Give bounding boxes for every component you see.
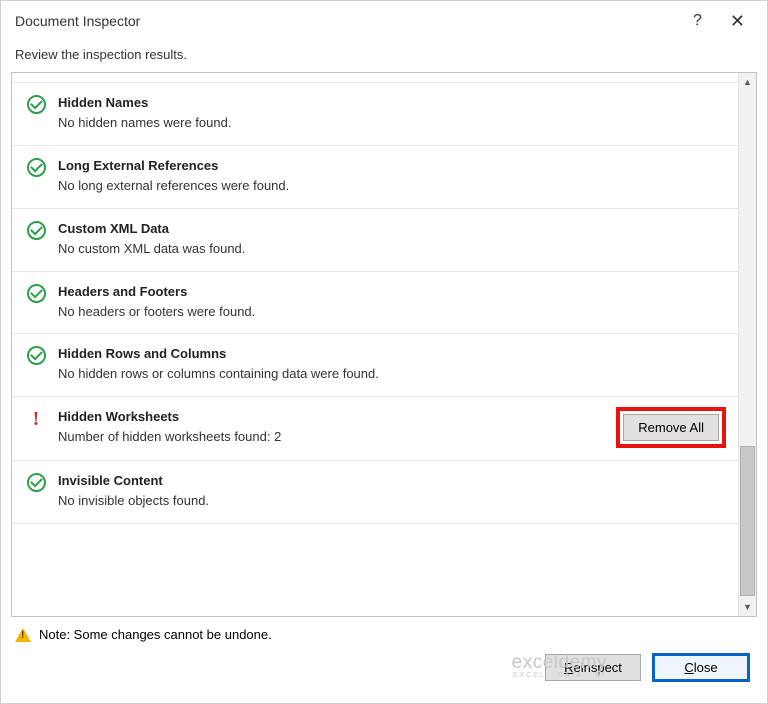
- close-icon[interactable]: ✕: [730, 11, 745, 32]
- result-description: No invisible objects found.: [58, 492, 726, 511]
- result-title: Invisible Content: [58, 473, 726, 488]
- scroll-thumb[interactable]: [740, 446, 755, 596]
- result-description: Number of hidden worksheets found: 2: [58, 428, 606, 447]
- checkmark-icon: [27, 158, 46, 177]
- warning-triangle-icon: [15, 628, 31, 642]
- result-item: Hidden Rows and Columns No hidden rows or…: [12, 334, 738, 397]
- checkmark-icon: [27, 346, 46, 365]
- result-item: Invisible Content No invisible objects fo…: [12, 461, 738, 524]
- remove-all-button[interactable]: Remove All: [623, 414, 719, 441]
- remove-all-highlight: Remove All: [616, 407, 726, 448]
- reinspect-button[interactable]: Reinspect: [545, 654, 641, 681]
- close-button[interactable]: Close: [653, 654, 749, 681]
- checkmark-icon: [27, 95, 46, 114]
- results-list: Hidden Names No hidden names were found. L…: [12, 73, 738, 616]
- dialog-title: Document Inspector: [15, 13, 140, 29]
- dialog-footer: Note: Some changes cannot be undone. Rei…: [1, 617, 767, 681]
- result-item-cutoff: [12, 73, 738, 83]
- checkmark-icon: [27, 284, 46, 303]
- result-description: No hidden rows or columns containing dat…: [58, 365, 726, 384]
- checkmark-icon: [27, 221, 46, 240]
- dialog-titlebar: Document Inspector ? ✕: [1, 1, 767, 41]
- exclamation-icon: !: [33, 409, 40, 448]
- result-item: ! Hidden Worksheets Number of hidden works…: [12, 397, 738, 461]
- scroll-down-arrow-icon[interactable]: ▼: [739, 598, 757, 616]
- result-title: Headers and Footers: [58, 284, 726, 299]
- checkmark-icon: [27, 473, 46, 492]
- result-title: Hidden Rows and Columns: [58, 346, 726, 361]
- result-item: Headers and Footers No headers or footers…: [12, 272, 738, 335]
- result-description: No custom XML data was found.: [58, 240, 726, 259]
- dialog-subheader: Review the inspection results.: [1, 41, 767, 72]
- footer-note-row: Note: Some changes cannot be undone.: [15, 627, 753, 642]
- footer-note: Note: Some changes cannot be undone.: [39, 627, 272, 642]
- result-title: Hidden Worksheets: [58, 409, 606, 424]
- result-item: Custom XML Data No custom XML data was fo…: [12, 209, 738, 272]
- result-item: Long External References No long external…: [12, 146, 738, 209]
- result-description: No hidden names were found.: [58, 114, 726, 133]
- results-panel: Hidden Names No hidden names were found. L…: [11, 72, 757, 617]
- help-icon[interactable]: ?: [693, 12, 702, 30]
- result-item: Hidden Names No hidden names were found.: [12, 83, 738, 146]
- result-description: No long external references were found.: [58, 177, 726, 196]
- scroll-track[interactable]: [739, 91, 756, 598]
- scroll-up-arrow-icon[interactable]: ▲: [739, 73, 757, 91]
- result-title: Custom XML Data: [58, 221, 726, 236]
- scrollbar[interactable]: ▲ ▼: [738, 73, 756, 616]
- result-description: No headers or footers were found.: [58, 303, 726, 322]
- footer-button-row: Reinspect Close: [15, 652, 753, 681]
- result-title: Hidden Names: [58, 95, 726, 110]
- result-title: Long External References: [58, 158, 726, 173]
